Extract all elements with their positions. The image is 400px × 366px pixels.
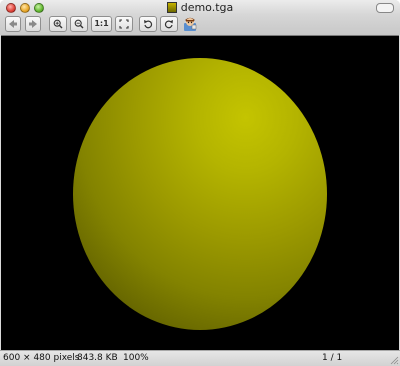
arrow-right-icon [29, 20, 37, 28]
zoom-level: 100% [123, 353, 149, 363]
rotate-cw-icon [164, 20, 173, 29]
title-bar[interactable]: demo.tga [0, 0, 400, 15]
rotate-right-button[interactable] [160, 16, 178, 32]
zoom-in-icon [53, 19, 63, 29]
image-canvas[interactable] [1, 35, 399, 350]
viewer-window: demo.tga 1:1 600 × 480 pixels 843.8 KB 1… [0, 0, 400, 366]
resize-grip-icon[interactable] [389, 355, 399, 365]
fit-icon [119, 19, 129, 29]
rendered-sphere-image [73, 58, 327, 330]
fit-window-button[interactable] [115, 16, 133, 32]
rotate-left-button[interactable] [139, 16, 157, 32]
page-indicator: 1 / 1 [322, 353, 343, 363]
toolbar-toggle-button[interactable] [376, 3, 394, 13]
actual-size-button[interactable]: 1:1 [91, 16, 112, 32]
viewer-app-icon[interactable] [182, 16, 198, 32]
document-icon [166, 2, 177, 13]
zoom-out-button[interactable] [70, 16, 88, 32]
window-title: demo.tga [180, 1, 234, 14]
zoom-out-icon [74, 19, 84, 29]
rotate-ccw-icon [144, 20, 153, 29]
toolbar: 1:1 [0, 15, 400, 35]
file-size: 843.8 KB [77, 353, 118, 363]
status-bar: 600 × 480 pixels 843.8 KB 100% 1 / 1 [0, 350, 400, 366]
zoom-in-button[interactable] [49, 16, 67, 32]
forward-button[interactable] [25, 16, 41, 32]
image-dimensions: 600 × 480 pixels [3, 353, 80, 363]
arrow-left-icon [9, 20, 17, 28]
window-title-group: demo.tga [0, 1, 400, 14]
back-button[interactable] [5, 16, 21, 32]
